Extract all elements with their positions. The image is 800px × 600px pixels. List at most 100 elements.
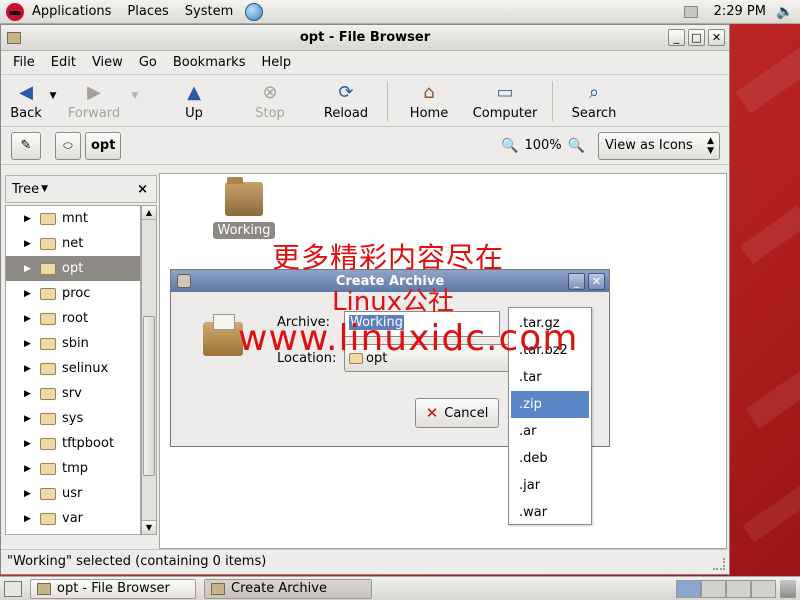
sidebar-scrollbar[interactable]: ▲ ▼ bbox=[141, 205, 157, 535]
clock[interactable]: 2:29 PM bbox=[714, 4, 766, 19]
tree-item-sbin[interactable]: ▶ sbin bbox=[6, 331, 140, 356]
tree-item-mnt[interactable]: ▶ mnt bbox=[6, 206, 140, 231]
expander-triangle-icon[interactable]: ▶ bbox=[24, 264, 40, 274]
tree-item-tmp[interactable]: ▶ tmp bbox=[6, 456, 140, 481]
places-menu[interactable]: Places bbox=[119, 0, 176, 24]
trash-icon[interactable] bbox=[780, 579, 796, 598]
path-left-button[interactable]: ⬭ bbox=[55, 131, 81, 160]
expander-triangle-icon[interactable]: ▶ bbox=[24, 314, 40, 324]
scroll-up-arrow-icon[interactable]: ▲ bbox=[142, 206, 156, 220]
sidebar-close-button[interactable]: × bbox=[137, 182, 148, 197]
expander-triangle-icon[interactable]: ▶ bbox=[24, 439, 40, 449]
back-button[interactable]: ◀ Back bbox=[5, 75, 47, 122]
taskbar-item-file-browser[interactable]: opt - File Browser bbox=[30, 578, 196, 599]
cancel-icon: ✕ bbox=[425, 404, 439, 422]
window-titlebar[interactable]: opt - File Browser _ □ ✕ bbox=[1, 25, 729, 51]
zoom-out-icon[interactable]: 🔍 bbox=[501, 138, 518, 154]
expander-triangle-icon[interactable]: ▶ bbox=[24, 389, 40, 399]
tree-item-proc[interactable]: ▶ proc bbox=[6, 281, 140, 306]
home-button[interactable]: ⌂ Home bbox=[394, 75, 464, 122]
tree-item-root[interactable]: ▶ root bbox=[6, 306, 140, 331]
expander-triangle-icon[interactable]: ▶ bbox=[24, 214, 40, 224]
tree-item-var[interactable]: ▶ var bbox=[6, 506, 140, 531]
expander-triangle-icon[interactable]: ▶ bbox=[24, 364, 40, 374]
tree-item-sys[interactable]: ▶ sys bbox=[6, 406, 140, 431]
sidebar-type-select[interactable]: Tree bbox=[12, 182, 39, 197]
maximize-button[interactable]: □ bbox=[688, 29, 705, 46]
zoom-in-icon[interactable]: 🔍 bbox=[568, 138, 585, 154]
scroll-down-arrow-icon[interactable]: ▼ bbox=[142, 520, 156, 534]
minimize-button[interactable]: _ bbox=[668, 29, 685, 46]
tree-item-net[interactable]: ▶ net bbox=[6, 231, 140, 256]
expander-triangle-icon[interactable]: ▶ bbox=[24, 339, 40, 349]
dialog-minimize-button[interactable]: _ bbox=[568, 272, 585, 290]
folder-icon bbox=[40, 312, 56, 325]
extension-option[interactable]: .zip bbox=[511, 391, 589, 418]
notification-icon[interactable] bbox=[683, 5, 698, 18]
tree-item-opt[interactable]: ▶ opt bbox=[6, 256, 140, 281]
taskbar-item-create-archive[interactable]: Create Archive bbox=[204, 578, 372, 599]
tree-item-selinux[interactable]: ▶ selinux bbox=[6, 356, 140, 381]
extension-option[interactable]: .deb bbox=[509, 445, 591, 472]
expander-triangle-icon[interactable]: ▶ bbox=[24, 489, 40, 499]
back-history-dropdown[interactable]: ▼ bbox=[47, 91, 59, 101]
expander-triangle-icon[interactable]: ▶ bbox=[24, 239, 40, 249]
folder-icon bbox=[40, 412, 56, 425]
location-entry-toggle[interactable]: ✎ bbox=[11, 131, 41, 160]
chevron-down-icon[interactable]: ▼ bbox=[41, 184, 48, 194]
extension-option[interactable]: .jar bbox=[509, 472, 591, 499]
reload-button[interactable]: ⟳ Reload bbox=[311, 75, 381, 122]
search-button[interactable]: ⌕ Search bbox=[559, 75, 629, 122]
tree-item-usr[interactable]: ▶ usr bbox=[6, 481, 140, 506]
expander-triangle-icon[interactable]: ▶ bbox=[24, 514, 40, 524]
home-icon: ⌂ bbox=[423, 81, 435, 103]
file-icon-label: Working bbox=[213, 222, 275, 239]
dialog-menu-icon[interactable] bbox=[177, 274, 191, 288]
redhat-logo-icon[interactable] bbox=[6, 2, 24, 21]
tree-item-tftpboot[interactable]: ▶ tftpboot bbox=[6, 431, 140, 456]
computer-button[interactable]: ▭ Computer bbox=[464, 75, 546, 122]
tree-item-label: net bbox=[62, 236, 84, 251]
workspace-4[interactable] bbox=[751, 579, 776, 598]
system-menu[interactable]: System bbox=[177, 0, 241, 24]
stop-button[interactable]: ⊗ Stop bbox=[229, 75, 311, 122]
view-mode-select[interactable]: View as Icons ▲ ▼ bbox=[598, 131, 720, 160]
file-icon-item[interactable]: Working bbox=[213, 177, 275, 239]
watermark-url: www.linuxidc.com bbox=[238, 318, 579, 359]
tree-item-label: tmp bbox=[62, 461, 89, 476]
menu-file[interactable]: File bbox=[5, 55, 43, 70]
menu-go[interactable]: Go bbox=[131, 55, 165, 70]
menu-view[interactable]: View bbox=[84, 55, 131, 70]
workspace-3[interactable] bbox=[726, 579, 751, 598]
up-button[interactable]: ▲ Up bbox=[159, 75, 229, 122]
menu-help[interactable]: Help bbox=[253, 55, 299, 70]
extension-option[interactable]: .tar bbox=[509, 364, 591, 391]
path-button-opt[interactable]: opt bbox=[85, 131, 122, 160]
resize-grip-icon[interactable] bbox=[713, 558, 725, 570]
web-browser-launcher-icon[interactable] bbox=[245, 2, 264, 21]
close-button[interactable]: ✕ bbox=[708, 29, 725, 46]
task-label: Create Archive bbox=[231, 581, 327, 596]
extension-option[interactable]: .ar bbox=[509, 418, 591, 445]
forward-button[interactable]: ▶ Forward bbox=[59, 75, 129, 122]
zoom-level[interactable]: 100% bbox=[524, 138, 561, 153]
workspace-2[interactable] bbox=[701, 579, 726, 598]
folder-icon bbox=[40, 362, 56, 375]
tree-item-srv[interactable]: ▶ srv bbox=[6, 381, 140, 406]
view-mode-label: View as Icons bbox=[605, 138, 693, 153]
workspace-1[interactable] bbox=[676, 579, 701, 598]
cancel-button[interactable]: ✕ Cancel bbox=[415, 398, 499, 428]
applications-menu[interactable]: Applications bbox=[24, 0, 119, 24]
volume-icon[interactable]: 🔈 bbox=[776, 4, 793, 20]
expander-triangle-icon[interactable]: ▶ bbox=[24, 414, 40, 424]
folder-icon bbox=[40, 487, 56, 500]
expander-triangle-icon[interactable]: ▶ bbox=[24, 464, 40, 474]
show-desktop-icon[interactable] bbox=[4, 580, 22, 597]
menu-bookmarks[interactable]: Bookmarks bbox=[165, 55, 254, 70]
expander-triangle-icon[interactable]: ▶ bbox=[24, 289, 40, 299]
extension-option[interactable]: .war bbox=[509, 499, 591, 526]
scrollbar-thumb[interactable] bbox=[143, 316, 155, 476]
dialog-close-button[interactable]: ✕ bbox=[588, 272, 605, 290]
forward-history-dropdown[interactable]: ▼ bbox=[129, 91, 141, 101]
menu-edit[interactable]: Edit bbox=[43, 55, 84, 70]
